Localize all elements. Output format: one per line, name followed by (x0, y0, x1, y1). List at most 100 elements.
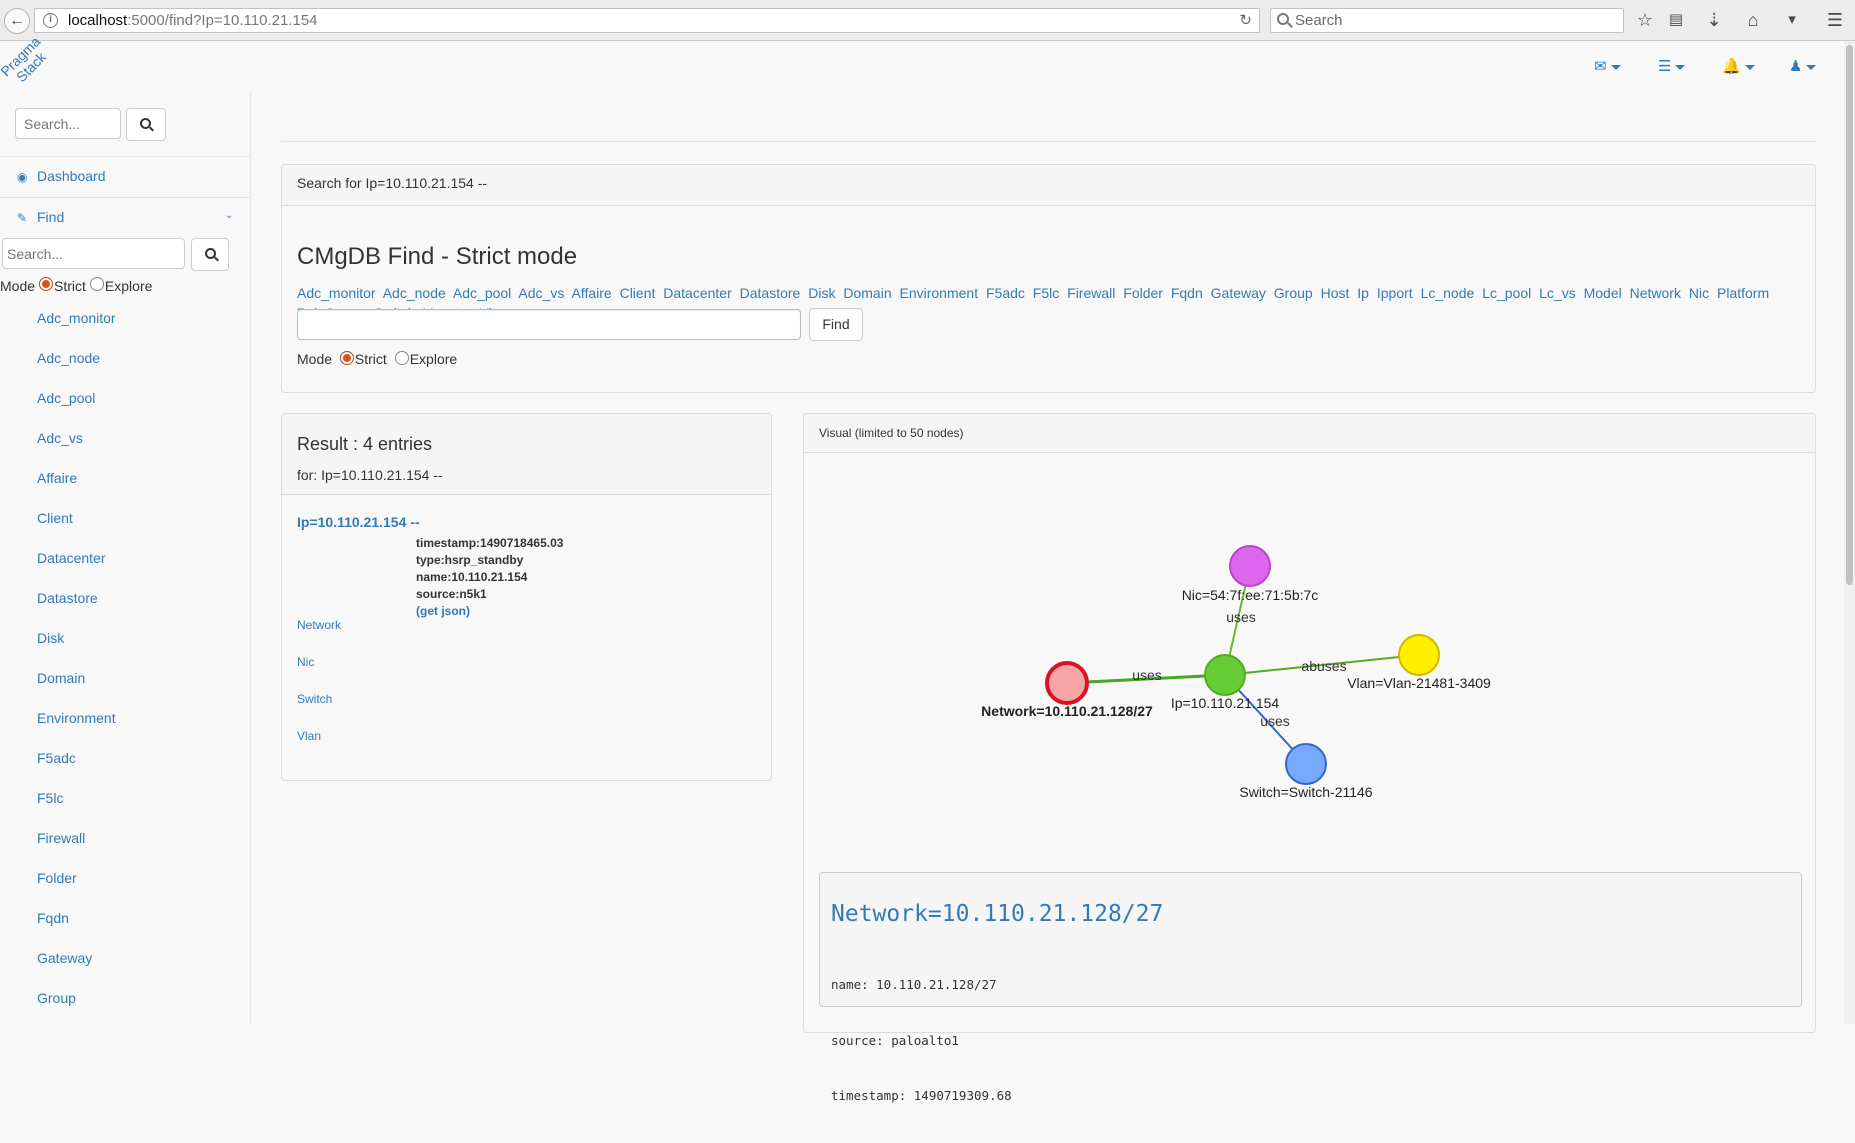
sidebar-item-firewall[interactable]: Firewall (37, 830, 85, 846)
relationship-graph[interactable]: uses uses abuses uses Ip=10.110.21.154 Networ… (804, 454, 1815, 864)
home-icon[interactable]: ⌂ (1742, 9, 1764, 31)
type-link-firewall[interactable]: Firewall (1067, 285, 1115, 301)
type-link-adc_node[interactable]: Adc_node (383, 285, 446, 301)
sidebar-item-adc_monitor[interactable]: Adc_monitor (37, 310, 116, 326)
sidebar-item-datacenter[interactable]: Datacenter (37, 550, 105, 566)
user-dropdown[interactable]: ♟ (1789, 57, 1817, 79)
result-entry-link[interactable]: Ip=10.110.21.154 -- (297, 514, 420, 530)
type-link-network[interactable]: Network (1630, 285, 1681, 301)
type-link-f5adc[interactable]: F5adc (986, 285, 1025, 301)
strict-radio[interactable] (39, 277, 54, 291)
property-timestamp: timestamp:1490718465.03 (416, 536, 564, 550)
sidebar-item-client[interactable]: Client (37, 510, 73, 526)
relation-link-nic[interactable]: Nic (297, 655, 314, 669)
sidebar-find-button[interactable] (191, 238, 229, 271)
page-scrollbar[interactable] (1844, 41, 1855, 1024)
reload-icon[interactable]: ↻ (1239, 11, 1252, 29)
strict-radio[interactable] (339, 351, 354, 366)
type-link-lc_vs[interactable]: Lc_vs (1539, 285, 1576, 301)
sidebar-item-disk[interactable]: Disk (37, 630, 64, 646)
type-link-folder[interactable]: Folder (1123, 285, 1163, 301)
relation-link-network[interactable]: Network (297, 618, 341, 632)
search-icon (1277, 13, 1289, 25)
chevron-down-icon[interactable]: ⌄ (225, 210, 233, 221)
type-link-f5lc[interactable]: F5lc (1033, 285, 1059, 301)
search-icon (140, 118, 151, 129)
type-link-ipport[interactable]: Ipport (1377, 285, 1413, 301)
graph-edge-label-nic: uses (1226, 609, 1256, 625)
sidebar-item-adc_vs[interactable]: Adc_vs (37, 430, 83, 446)
graph-node-network[interactable] (1045, 661, 1089, 705)
pocket-icon[interactable]: ▾ (1781, 9, 1803, 31)
sidebar-item-environment[interactable]: Environment (37, 710, 116, 726)
find-input[interactable] (297, 309, 801, 340)
type-link-datastore[interactable]: Datastore (740, 285, 801, 301)
type-link-client[interactable]: Client (620, 285, 656, 301)
detail-line-source: source: paloalto1 (831, 1032, 959, 1048)
relation-link-vlan[interactable]: Vlan (297, 729, 321, 743)
graph-node-label-vlan: Vlan=Vlan-21481-3409 (1347, 675, 1491, 691)
sidebar-item-datastore[interactable]: Datastore (37, 590, 98, 606)
sidebar-item-adc_node[interactable]: Adc_node (37, 350, 100, 366)
property-source: source:n5k1 (416, 587, 487, 601)
node-detail-lines: name: 10.110.21.128/27 source: paloalto1… (831, 939, 1012, 1143)
type-link-lc_pool[interactable]: Lc_pool (1482, 285, 1531, 301)
url-text[interactable]: localhost:5000/find?Ip=10.110.21.154 (68, 12, 318, 29)
bookmark-star-icon[interactable]: ☆ (1634, 9, 1656, 31)
type-link-adc_pool[interactable]: Adc_pool (453, 285, 511, 301)
reading-list-icon[interactable]: ▤ (1665, 9, 1687, 31)
sidebar-item-affaire[interactable]: Affaire (37, 470, 77, 486)
tasks-dropdown[interactable]: ☰ (1658, 57, 1686, 79)
browser-search-input[interactable]: Search (1270, 8, 1624, 33)
type-link-environment[interactable]: Environment (900, 285, 979, 301)
back-icon[interactable]: ← (4, 8, 30, 34)
sidebar-item-f5lc[interactable]: F5lc (37, 790, 63, 806)
search-panel-heading: Search for Ip=10.110.21.154 -- (282, 165, 1815, 206)
alerts-dropdown[interactable]: 🔔 (1722, 57, 1755, 79)
type-link-model[interactable]: Model (1584, 285, 1622, 301)
type-link-adc_vs[interactable]: Adc_vs (518, 285, 564, 301)
scrollbar-thumb[interactable] (1846, 45, 1853, 585)
type-link-datacenter[interactable]: Datacenter (663, 285, 731, 301)
sidebar-item-f5adc[interactable]: F5adc (37, 750, 76, 766)
type-link-group[interactable]: Group (1274, 285, 1313, 301)
type-link-disk[interactable]: Disk (808, 285, 835, 301)
type-link-domain[interactable]: Domain (843, 285, 891, 301)
find-button[interactable]: Find (809, 308, 863, 341)
relation-link-switch[interactable]: Switch (297, 692, 332, 706)
graph-node-vlan[interactable] (1398, 634, 1440, 676)
type-link-platform[interactable]: Platform (1717, 285, 1769, 301)
info-icon[interactable]: i (43, 13, 58, 28)
sidebar-item-find[interactable]: ✎ Find (17, 209, 64, 225)
sidebar-search-button[interactable] (126, 108, 166, 141)
sidebar-item-adc_pool[interactable]: Adc_pool (37, 390, 95, 406)
graph-node-label-network: Network=10.110.21.128/27 (981, 703, 1153, 719)
graph-node-ip[interactable] (1204, 654, 1246, 696)
download-icon[interactable]: ⇣ (1703, 9, 1725, 31)
type-link-host[interactable]: Host (1321, 285, 1350, 301)
type-link-adc_monitor[interactable]: Adc_monitor (297, 285, 376, 301)
type-link-fqdn[interactable]: Fqdn (1171, 285, 1203, 301)
type-link-ip[interactable]: Ip (1357, 285, 1369, 301)
url-bar[interactable]: i localhost:5000/find?Ip=10.110.21.154 ↻ (34, 8, 1260, 33)
sidebar-item-folder[interactable]: Folder (37, 870, 77, 886)
graph-node-switch[interactable] (1285, 743, 1327, 785)
type-link-gateway[interactable]: Gateway (1211, 285, 1266, 301)
messages-dropdown[interactable]: ✉ (1594, 57, 1621, 79)
type-link-lc_node[interactable]: Lc_node (1421, 285, 1475, 301)
graph-node-nic[interactable] (1229, 545, 1271, 587)
sidebar-find-input[interactable] (2, 238, 185, 269)
sidebar-search-input[interactable] (15, 108, 121, 139)
node-detail-title: Network=10.110.21.128/27 (831, 901, 1164, 927)
type-link-affaire[interactable]: Affaire (571, 285, 611, 301)
explore-radio[interactable] (394, 351, 409, 366)
sidebar-item-group[interactable]: Group (37, 990, 76, 1006)
sidebar-item-dashboard[interactable]: ◉ Dashboard (17, 168, 106, 184)
get-json-link[interactable]: (get json) (416, 604, 470, 618)
sidebar-item-gateway[interactable]: Gateway (37, 950, 92, 966)
sidebar-item-domain[interactable]: Domain (37, 670, 85, 686)
menu-icon[interactable]: ☰ (1824, 9, 1846, 31)
sidebar-item-fqdn[interactable]: Fqdn (37, 910, 69, 926)
explore-radio[interactable] (89, 277, 104, 291)
type-link-nic[interactable]: Nic (1689, 285, 1709, 301)
